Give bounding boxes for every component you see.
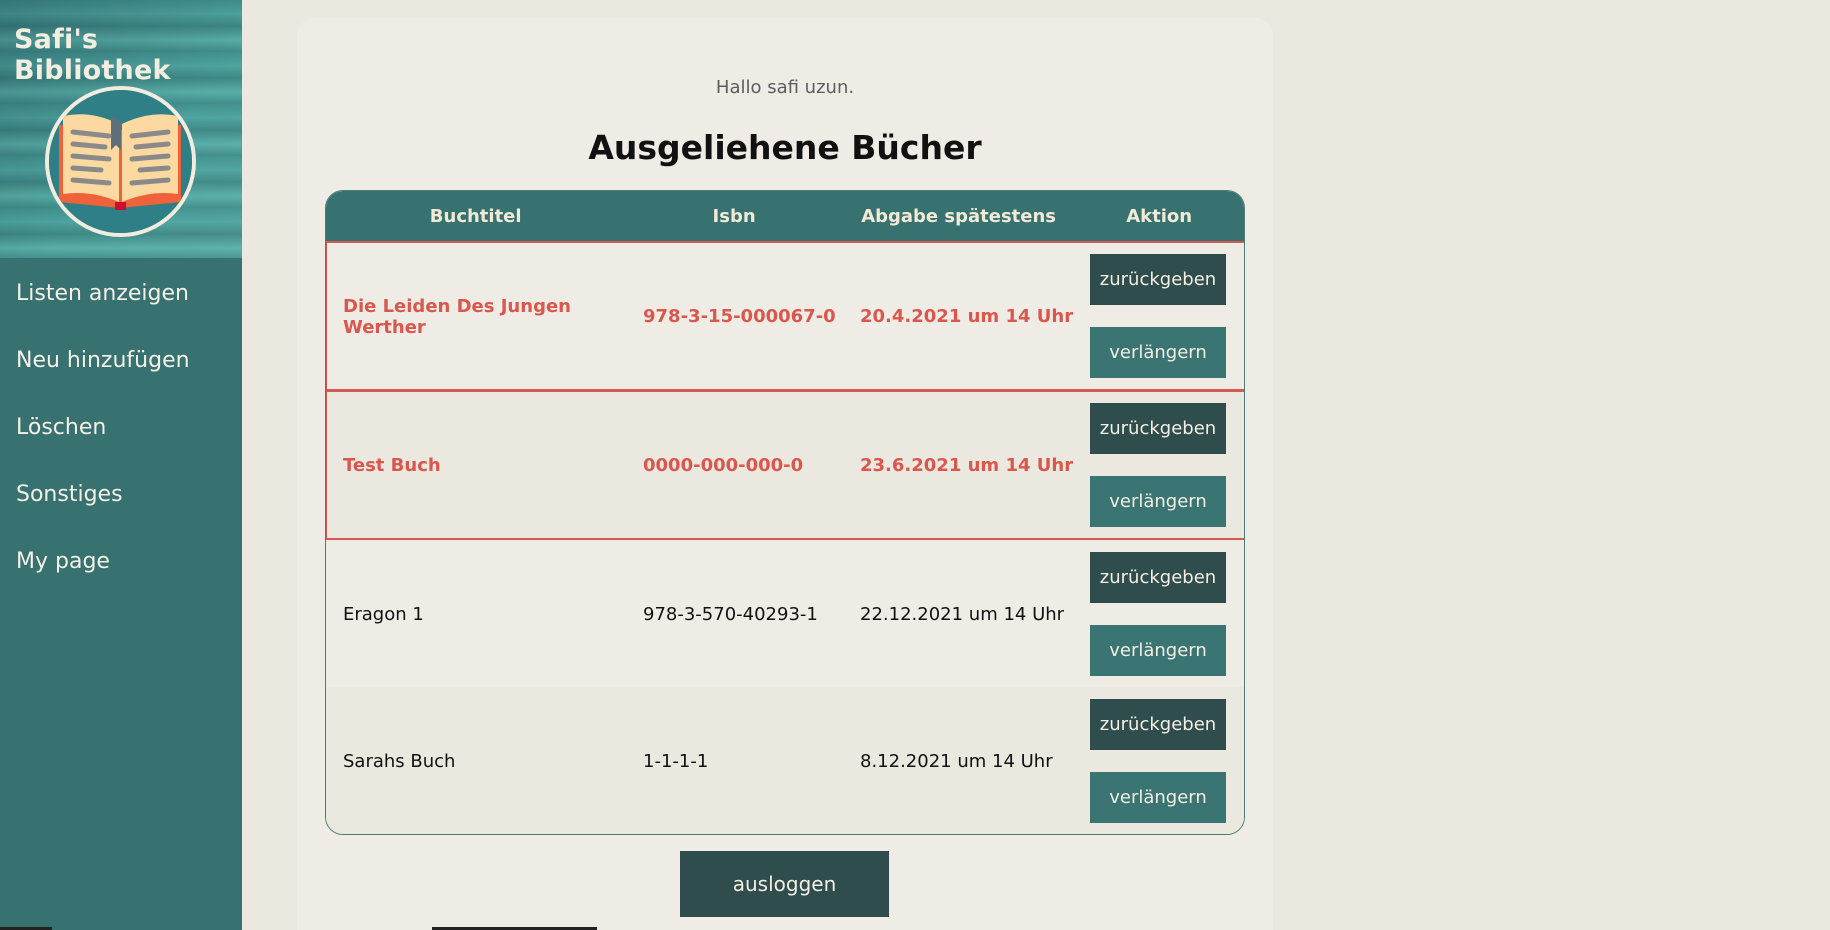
table-header: Buchtitel Isbn Abgabe spätestens Aktion xyxy=(326,191,1244,242)
borrowed-books-table: Buchtitel Isbn Abgabe spätestens Aktion … xyxy=(325,190,1245,835)
sidebar-nav: Listen anzeigen Neu hinzufügen Löschen S… xyxy=(0,258,242,593)
return-button[interactable]: zurückgeben xyxy=(1090,403,1226,454)
book-due-date: 20.4.2021 um 14 Uhr xyxy=(860,306,1074,327)
page-title: Ausgeliehene Bücher xyxy=(588,128,982,167)
header-aktion: Aktion xyxy=(1126,206,1193,227)
book-due-date: 22.12.2021 um 14 Uhr xyxy=(860,604,1065,625)
table-row: Test Buch 0000-000-000-0 23.6.2021 um 14… xyxy=(326,391,1244,540)
book-title: Sarahs Buch xyxy=(343,751,456,772)
book-title: Die Leiden Des Jungen Werther xyxy=(343,295,571,338)
extend-button[interactable]: verlängern xyxy=(1090,327,1226,378)
header-isbn: Isbn xyxy=(712,206,756,227)
return-button[interactable]: zurückgeben xyxy=(1090,552,1226,603)
book-due-date: 8.12.2021 um 14 Uhr xyxy=(860,751,1053,772)
table-row: Eragon 1 978-3-570-40293-1 22.12.2021 um… xyxy=(326,540,1244,689)
sidebar-item-sonstiges[interactable]: Sonstiges xyxy=(0,459,242,526)
table-row: Die Leiden Des Jungen Werther 978-3-15-0… xyxy=(326,242,1244,391)
book-isbn: 978-3-15-000067-0 xyxy=(643,306,836,327)
row-actions: zurückgeben verlängern xyxy=(1076,242,1244,391)
sidebar: Safi's Bibliothek Listen anzeigen Neu hi… xyxy=(0,0,242,930)
return-button[interactable]: zurückgeben xyxy=(1090,254,1226,305)
row-actions: zurückgeben verlängern xyxy=(1076,391,1244,540)
book-isbn: 1-1-1-1 xyxy=(643,751,709,772)
extend-button[interactable]: verlängern xyxy=(1090,772,1226,823)
sidebar-item-listen-anzeigen[interactable]: Listen anzeigen xyxy=(0,258,242,325)
main-card: Hallo safi uzun. Ausgeliehene Bücher Buc… xyxy=(297,18,1273,930)
book-isbn: 978-3-570-40293-1 xyxy=(643,604,818,625)
book-due-date: 23.6.2021 um 14 Uhr xyxy=(860,455,1074,476)
book-title: Eragon 1 xyxy=(343,604,424,625)
open-book-icon xyxy=(45,86,196,237)
header-buchtitel: Buchtitel xyxy=(429,206,522,227)
brand-title[interactable]: Safi's Bibliothek xyxy=(14,24,242,86)
sidebar-item-neu-hinzufuegen[interactable]: Neu hinzufügen xyxy=(0,325,242,392)
sidebar-item-loeschen[interactable]: Löschen xyxy=(0,392,242,459)
greeting-text: Hallo safi uzun. xyxy=(715,77,855,98)
book-title: Test Buch xyxy=(343,455,441,476)
book-isbn: 0000-000-000-0 xyxy=(643,455,804,476)
table-row: Sarahs Buch 1-1-1-1 8.12.2021 um 14 Uhr … xyxy=(326,687,1244,834)
logout-button[interactable]: ausloggen xyxy=(680,851,889,917)
extend-button[interactable]: verlängern xyxy=(1090,476,1226,527)
extend-button[interactable]: verlängern xyxy=(1090,625,1226,676)
return-button[interactable]: zurückgeben xyxy=(1090,699,1226,750)
header-abgabe: Abgabe spätestens xyxy=(861,206,1057,227)
sidebar-item-my-page[interactable]: My page xyxy=(0,526,242,593)
row-actions: zurückgeben verlängern xyxy=(1076,687,1244,834)
row-actions: zurückgeben verlängern xyxy=(1076,540,1244,689)
sidebar-header: Safi's Bibliothek xyxy=(0,0,242,258)
